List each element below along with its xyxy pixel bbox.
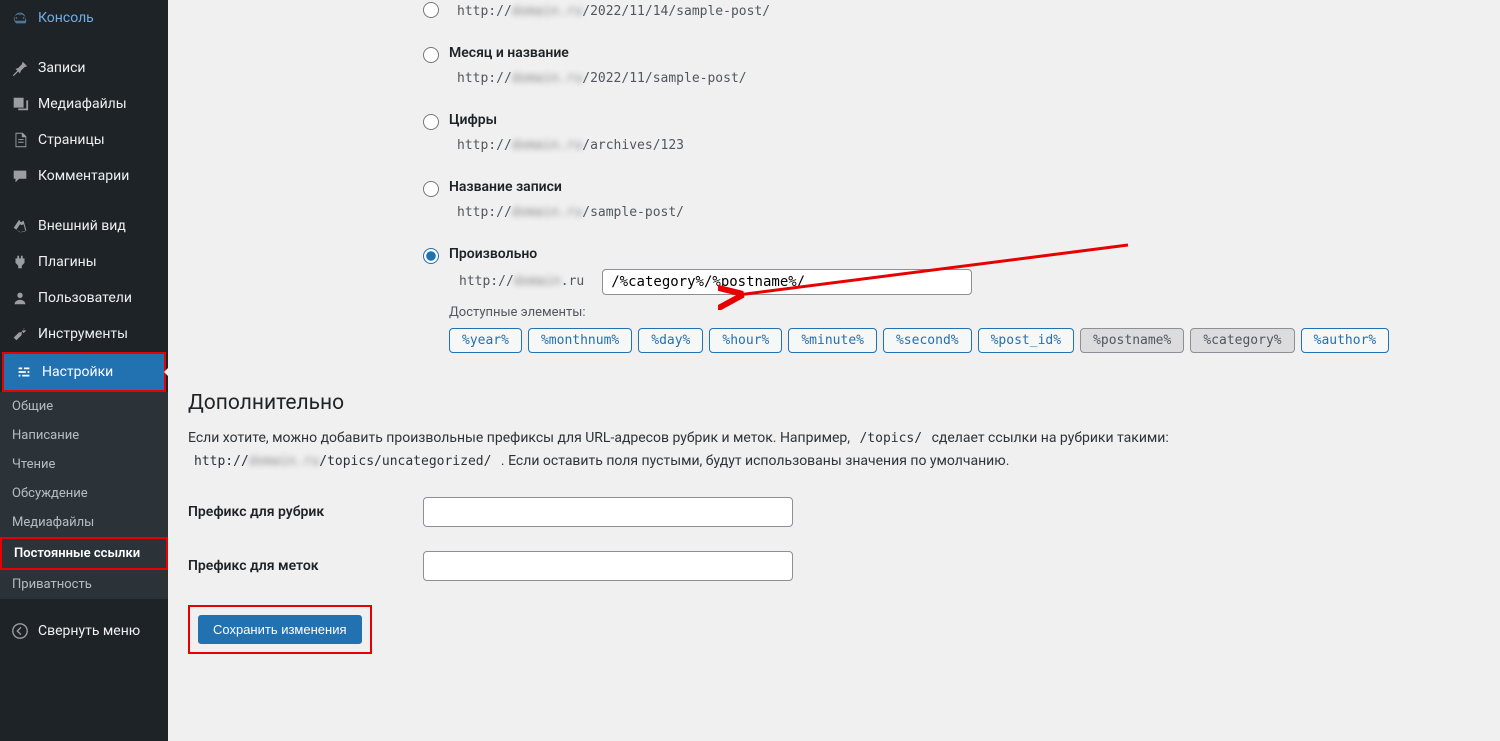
sidebar-item-label: Консоль	[38, 10, 94, 26]
option-label: Произвольно	[449, 246, 1480, 262]
sidebar-item-plugins[interactable]: Плагины	[0, 244, 168, 280]
sidebar-item-appearance[interactable]: Внешний вид	[0, 208, 168, 244]
permalink-option-custom: Произвольно http://domain.ru Доступные э…	[423, 246, 1480, 353]
radio-postname[interactable]	[423, 181, 439, 197]
tag-year[interactable]: %year%	[449, 328, 522, 353]
plugins-icon	[10, 252, 30, 272]
sidebar-item-dashboard[interactable]: Консоль	[0, 0, 168, 36]
comments-icon	[10, 166, 30, 186]
save-button[interactable]: Сохранить изменения	[198, 615, 362, 644]
tag-minute[interactable]: %minute%	[788, 328, 877, 353]
option-label: Месяц и название	[449, 45, 1480, 61]
sidebar-item-posts[interactable]: Записи	[0, 50, 168, 86]
appearance-icon	[10, 216, 30, 236]
tag-author[interactable]: %author%	[1301, 328, 1390, 353]
optional-description: Если хотите, можно добавить произвольные…	[188, 427, 1480, 473]
tag-postname[interactable]: %postname%	[1080, 328, 1184, 353]
permalink-options: http://domain.ru/2022/11/14/sample-post/…	[423, 0, 1480, 353]
sidebar-item-label: Комментарии	[38, 168, 129, 184]
submenu-item-media[interactable]: Медиафайлы	[0, 508, 168, 537]
sidebar-item-settings[interactable]: Настройки	[4, 354, 164, 390]
tag-base-label: Префикс для меток	[188, 558, 423, 574]
code-topics: /topics/	[853, 429, 928, 448]
url-prefix: http://domain.ru	[449, 268, 594, 295]
url-sample: http://domain.ru/2022/11/sample-post/	[449, 67, 755, 90]
tools-icon	[10, 324, 30, 344]
custom-structure-input[interactable]	[602, 269, 972, 295]
sidebar-collapse-label: Свернуть меню	[38, 623, 140, 639]
media-icon	[10, 94, 30, 114]
radio-day-name[interactable]	[423, 2, 439, 18]
permalink-option-day-name: http://domain.ru/2022/11/14/sample-post/	[423, 0, 1480, 23]
collapse-icon	[10, 621, 30, 641]
sidebar-item-label: Внешний вид	[38, 218, 126, 234]
url-sample: http://domain.ru/sample-post/	[449, 201, 692, 224]
tag-hour[interactable]: %hour%	[709, 328, 782, 353]
submenu-item-permalinks[interactable]: Постоянные ссылки	[2, 539, 166, 568]
settings-icon	[14, 362, 34, 382]
sidebar-item-tools[interactable]: Инструменты	[0, 316, 168, 352]
code-topics-url: http://domain.ru/topics/uncategorized/	[188, 452, 497, 471]
sidebar-item-comments[interactable]: Комментарии	[0, 158, 168, 194]
sidebar-collapse[interactable]: Свернуть меню	[0, 613, 168, 649]
pages-icon	[10, 130, 30, 150]
option-label: Название записи	[449, 179, 1480, 195]
permalink-option-numeric: Цифры http://domain.ru/archives/123	[423, 112, 1480, 157]
submenu-item-privacy[interactable]: Приватность	[0, 570, 168, 599]
tag-day[interactable]: %day%	[638, 328, 703, 353]
dashboard-icon	[10, 8, 30, 28]
submenu-item-general[interactable]: Общие	[0, 392, 168, 421]
tag-post_id[interactable]: %post_id%	[978, 328, 1074, 353]
tag-base-row: Префикс для меток	[188, 551, 1480, 581]
radio-custom[interactable]	[423, 248, 439, 264]
pin-icon	[10, 58, 30, 78]
users-icon	[10, 288, 30, 308]
main-content: http://domain.ru/2022/11/14/sample-post/…	[168, 0, 1500, 741]
sidebar-item-label: Медиафайлы	[38, 96, 127, 112]
settings-submenu: Общие Написание Чтение Обсуждение Медиаф…	[0, 392, 168, 599]
category-base-input[interactable]	[423, 497, 793, 527]
submit-highlight: Сохранить изменения	[188, 605, 372, 654]
radio-numeric[interactable]	[423, 114, 439, 130]
submenu-item-reading[interactable]: Чтение	[0, 450, 168, 479]
tags-row: %year%%monthnum%%day%%hour%%minute%%seco…	[449, 328, 1480, 353]
tag-monthnum[interactable]: %monthnum%	[528, 328, 632, 353]
available-tags-label: Доступные элементы:	[449, 305, 1480, 320]
tag-base-input[interactable]	[423, 551, 793, 581]
category-base-label: Префикс для рубрик	[188, 504, 423, 520]
option-label: Цифры	[449, 112, 1480, 128]
sidebar-item-label: Пользователи	[38, 290, 132, 306]
sidebar-item-label: Записи	[38, 60, 86, 76]
sidebar-item-label: Страницы	[38, 132, 105, 148]
permalink-option-month-name: Месяц и название http://domain.ru/2022/1…	[423, 45, 1480, 90]
submenu-item-discussion[interactable]: Обсуждение	[0, 479, 168, 508]
sidebar-item-label: Инструменты	[38, 326, 128, 342]
sidebar-item-media[interactable]: Медиафайлы	[0, 86, 168, 122]
optional-heading: Дополнительно	[188, 391, 1480, 415]
submenu-item-writing[interactable]: Написание	[0, 421, 168, 450]
radio-month-name[interactable]	[423, 47, 439, 63]
admin-sidebar: Консоль Записи Медиафайлы Страницы Комме…	[0, 0, 168, 741]
url-sample: http://domain.ru/2022/11/14/sample-post/	[449, 0, 778, 23]
sidebar-item-users[interactable]: Пользователи	[0, 280, 168, 316]
tag-category[interactable]: %category%	[1190, 328, 1294, 353]
sidebar-item-pages[interactable]: Страницы	[0, 122, 168, 158]
permalink-option-postname: Название записи http://domain.ru/sample-…	[423, 179, 1480, 224]
tag-second[interactable]: %second%	[883, 328, 972, 353]
sidebar-item-label: Плагины	[38, 254, 97, 270]
url-sample: http://domain.ru/archives/123	[449, 134, 692, 157]
sidebar-item-label: Настройки	[42, 364, 113, 380]
category-base-row: Префикс для рубрик	[188, 497, 1480, 527]
